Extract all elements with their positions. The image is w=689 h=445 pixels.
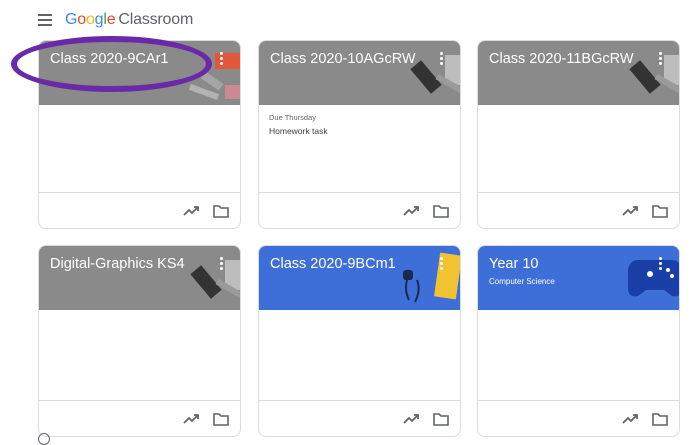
trending-up-icon[interactable] [621,202,639,220]
class-title[interactable]: Class 2020-9BCm1 [270,256,396,272]
folder-icon[interactable] [212,202,230,220]
class-card-header[interactable]: Digital-Graphics KS4 [39,246,240,310]
folder-icon[interactable] [432,410,450,428]
card-more-options-icon[interactable] [440,52,444,66]
card-more-options-icon[interactable] [220,52,224,66]
google-classroom-logo[interactable]: Google Classroom [65,11,193,29]
folder-icon[interactable] [651,410,669,428]
class-title[interactable]: Class 2020-9CAr1 [50,51,168,67]
class-section: Computer Science [489,277,555,286]
card-footer [259,400,460,436]
logo-letter: G [65,11,78,28]
class-card-header[interactable]: Class 2020-11BGcRW [478,41,679,105]
class-card[interactable]: Class 2020-11BGcRW [477,40,680,229]
card-footer [39,400,240,436]
main-menu-icon[interactable] [38,14,52,26]
logo-product-name: Classroom [118,11,194,28]
folder-icon[interactable] [212,410,230,428]
folder-icon[interactable] [432,202,450,220]
class-card[interactable]: Class 2020-10AGcRW Due Thursday Homework… [258,40,461,229]
card-more-options-icon[interactable] [440,257,444,271]
card-more-options-icon[interactable] [220,257,224,271]
class-card[interactable]: Class 2020-9BCm1 [258,245,461,437]
trending-up-icon[interactable] [402,410,420,428]
class-title[interactable]: Year 10 [489,256,538,272]
class-title[interactable]: Digital-Graphics KS4 [50,256,185,272]
card-footer [39,192,240,228]
logo-letter: e [106,11,116,28]
class-card[interactable]: Class 2020-9CAr1 [38,40,241,229]
card-footer [478,192,679,228]
class-card-header[interactable]: Class 2020-9BCm1 [259,246,460,310]
class-card[interactable]: Year 10 Computer Science [477,245,680,437]
trending-up-icon[interactable] [621,410,639,428]
class-card-header[interactable]: Year 10 Computer Science [478,246,679,310]
class-card-header[interactable]: Class 2020-10AGcRW [259,41,460,105]
card-more-options-icon[interactable] [659,52,663,66]
card-more-options-icon[interactable] [659,257,663,271]
logo-letter: o [77,11,86,28]
top-app-bar: Google Classroom [0,0,689,40]
class-title[interactable]: Class 2020-10AGcRW [270,51,416,67]
folder-icon[interactable] [651,202,669,220]
help-icon[interactable] [38,433,50,445]
trending-up-icon[interactable] [182,410,200,428]
trending-up-icon[interactable] [182,202,200,220]
card-footer [259,192,460,228]
due-date-label: Due Thursday [269,113,316,122]
class-card[interactable]: Digital-Graphics KS4 [38,245,241,437]
logo-letter: o [85,11,95,28]
card-footer [478,400,679,436]
class-title[interactable]: Class 2020-11BGcRW [489,51,634,67]
trending-up-icon[interactable] [402,202,420,220]
due-task-link[interactable]: Homework task [269,126,328,136]
class-card-header[interactable]: Class 2020-9CAr1 [39,41,240,105]
